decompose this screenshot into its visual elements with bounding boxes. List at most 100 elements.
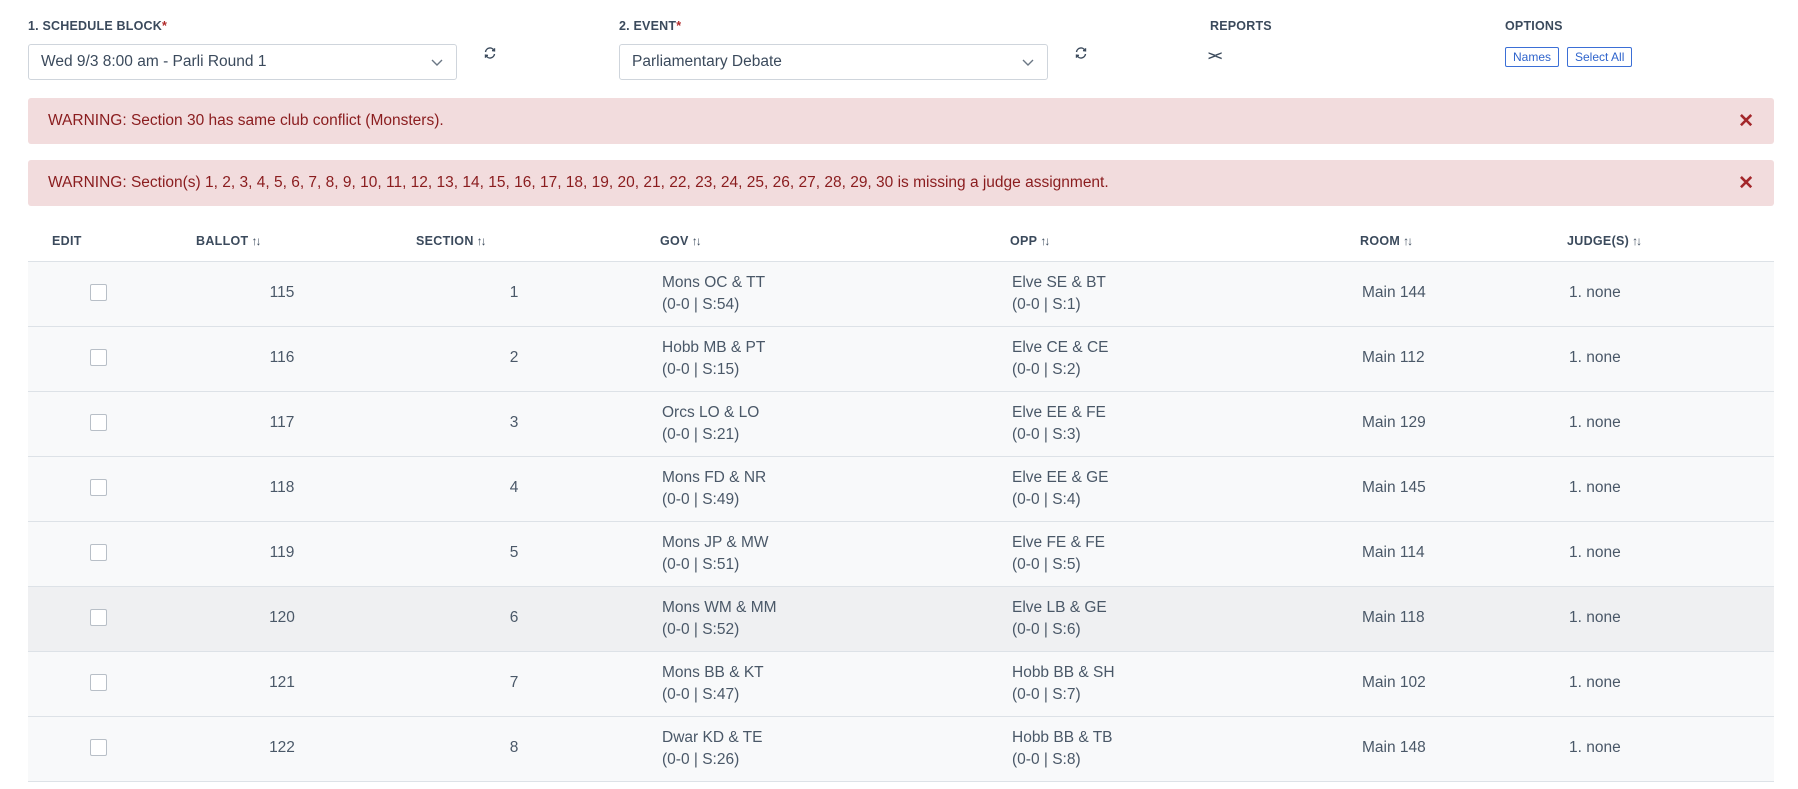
opp-cell: Hobb BB & SH (0-0 | S:7) [1012,662,1115,706]
edit-checkbox[interactable] [90,414,107,431]
edit-checkbox[interactable] [90,544,107,561]
opp-team-record: (0-0 | S:4) [1012,491,1081,508]
gov-cell: Orcs LO & LO (0-0 | S:21) [662,402,759,446]
table-row[interactable]: 115 1 Mons OC & TT (0-0 | S:54) Elve SE & BT… [28,262,1774,327]
event-select[interactable]: Parliamentary Debate [619,44,1048,80]
table-row[interactable]: 118 4 Mons FD & NR (0-0 | S:49) Elve EE & GE… [28,457,1774,522]
table-row[interactable]: 117 3 Orcs LO & LO (0-0 | S:21) Elve EE & FE… [28,392,1774,457]
ballot-cell: 122 [269,739,295,756]
header-section[interactable]: SECTION ↑↓ [416,234,487,248]
ballot-cell: 117 [269,414,295,431]
gov-team-record: (0-0 | S:21) [662,426,740,443]
opp-team-record: (0-0 | S:2) [1012,361,1081,378]
gov-cell: Mons FD & NR (0-0 | S:49) [662,467,766,511]
room-cell: Main 114 [1362,544,1425,561]
ballot-cell: 115 [269,284,295,301]
event-label: 2. EVENT* [619,19,682,33]
ballot-cell: 119 [269,544,295,561]
section-cell: 3 [509,414,519,431]
collapse-reports-icon[interactable]: >< [1208,48,1222,63]
judge-cell: 1. none [1569,674,1621,691]
gov-team-name: Dwar KD & TE [662,729,763,746]
reports-label: REPORTS [1210,19,1272,33]
ballot-cell: 121 [269,674,295,691]
table-row[interactable]: 119 5 Mons JP & MW (0-0 | S:51) Elve FE & FE… [28,522,1774,587]
edit-checkbox[interactable] [90,674,107,691]
judge-cell: 1. none [1569,349,1621,366]
header-judges[interactable]: JUDGE(S) ↑↓ [1567,234,1642,248]
gov-team-name: Hobb MB & PT [662,339,766,356]
opp-team-name: Elve SE & BT [1012,274,1106,291]
table-header: EDIT BALLOT ↑↓ SECTION ↑↓ GOV ↑↓ OPP ↑↓ ROOM… [28,222,1774,262]
section-cell: 2 [509,349,519,366]
close-icon[interactable]: ✕ [1738,112,1754,131]
section-cell: 1 [509,284,519,301]
edit-checkbox[interactable] [90,479,107,496]
missing-judge-alert: WARNING: Section(s) 1, 2, 3, 4, 5, 6, 7,… [28,160,1774,206]
judge-cell: 1. none [1569,284,1621,301]
select-all-button[interactable]: Select All [1567,47,1633,67]
judge-cell: 1. none [1569,544,1621,561]
opp-cell: Elve EE & FE (0-0 | S:3) [1012,402,1106,446]
header-gov[interactable]: GOV ↑↓ [660,234,702,248]
header-opp[interactable]: OPP ↑↓ [1010,234,1050,248]
edit-checkbox[interactable] [90,349,107,366]
table-row[interactable]: 116 2 Hobb MB & PT (0-0 | S:15) Elve CE & CE… [28,327,1774,392]
chevron-down-icon [1022,59,1034,66]
opp-team-name: Elve LB & GE [1012,599,1107,616]
table-row[interactable]: 120 6 Mons WM & MM (0-0 | S:52) Elve LB & GE… [28,587,1774,652]
gov-team-name: Mons BB & KT [662,664,764,681]
edit-checkbox[interactable] [90,609,107,626]
opp-cell: Elve LB & GE (0-0 | S:6) [1012,597,1107,641]
gov-team-name: Mons JP & MW [662,534,769,551]
sort-icon: ↑↓ [1040,234,1050,248]
gov-team-name: Mons OC & TT [662,274,766,291]
sort-icon: ↑↓ [691,234,702,248]
gov-cell: Mons BB & KT (0-0 | S:47) [662,662,764,706]
room-cell: Main 102 [1362,674,1426,691]
opp-team-record: (0-0 | S:1) [1012,296,1081,313]
event-value: Parliamentary Debate [632,53,782,70]
header-edit: EDIT [52,234,82,248]
sort-icon: ↑↓ [251,234,261,248]
pairings-table: EDIT BALLOT ↑↓ SECTION ↑↓ GOV ↑↓ OPP ↑↓ ROOM… [28,222,1774,782]
header-ballot[interactable]: BALLOT ↑↓ [196,234,261,248]
ballot-cell: 120 [269,609,295,626]
gov-cell: Mons JP & MW (0-0 | S:51) [662,532,769,576]
opp-team-record: (0-0 | S:8) [1012,751,1081,768]
refresh-event-icon[interactable] [1074,46,1088,60]
names-button[interactable]: Names [1505,47,1560,67]
judge-cell: 1. none [1569,739,1621,756]
club-conflict-alert: WARNING: Section 30 has same club confli… [28,98,1774,144]
section-cell: 4 [509,479,519,496]
gov-team-name: Mons WM & MM [662,599,777,616]
opp-cell: Hobb BB & TB (0-0 | S:8) [1012,727,1113,771]
edit-checkbox[interactable] [90,739,107,756]
gov-team-name: Mons FD & NR [662,469,767,486]
gov-team-record: (0-0 | S:15) [662,361,740,378]
opp-team-name: Elve EE & GE [1012,469,1109,486]
opp-team-name: Hobb BB & TB [1012,729,1113,746]
alert-text: WARNING: Section(s) 1, 2, 3, 4, 5, 6, 7,… [48,174,1109,191]
room-cell: Main 129 [1362,414,1426,431]
room-cell: Main 148 [1362,739,1426,756]
opp-team-record: (0-0 | S:6) [1012,621,1081,638]
schedule-block-select[interactable]: Wed 9/3 8:00 am - Parli Round 1 [28,44,457,80]
schedule-block-value: Wed 9/3 8:00 am - Parli Round 1 [41,53,267,70]
section-cell: 6 [509,609,519,626]
opp-team-record: (0-0 | S:3) [1012,426,1081,443]
table-row[interactable]: 121 7 Mons BB & KT (0-0 | S:47) Hobb BB & SH… [28,652,1774,717]
gov-cell: Dwar KD & TE (0-0 | S:26) [662,727,763,771]
opp-cell: Elve SE & BT (0-0 | S:1) [1012,272,1106,316]
opp-team-name: Elve CE & CE [1012,339,1109,356]
gov-team-record: (0-0 | S:49) [662,491,740,508]
close-icon[interactable]: ✕ [1738,174,1754,193]
gov-team-record: (0-0 | S:51) [662,556,740,573]
table-row[interactable]: 122 8 Dwar KD & TE (0-0 | S:26) Hobb BB & TB… [28,717,1774,782]
judge-cell: 1. none [1569,609,1621,626]
opp-cell: Elve EE & GE (0-0 | S:4) [1012,467,1108,511]
header-room[interactable]: ROOM ↑↓ [1360,234,1413,248]
opp-team-name: Elve EE & FE [1012,404,1106,421]
refresh-schedule-icon[interactable] [483,46,497,60]
edit-checkbox[interactable] [90,284,107,301]
